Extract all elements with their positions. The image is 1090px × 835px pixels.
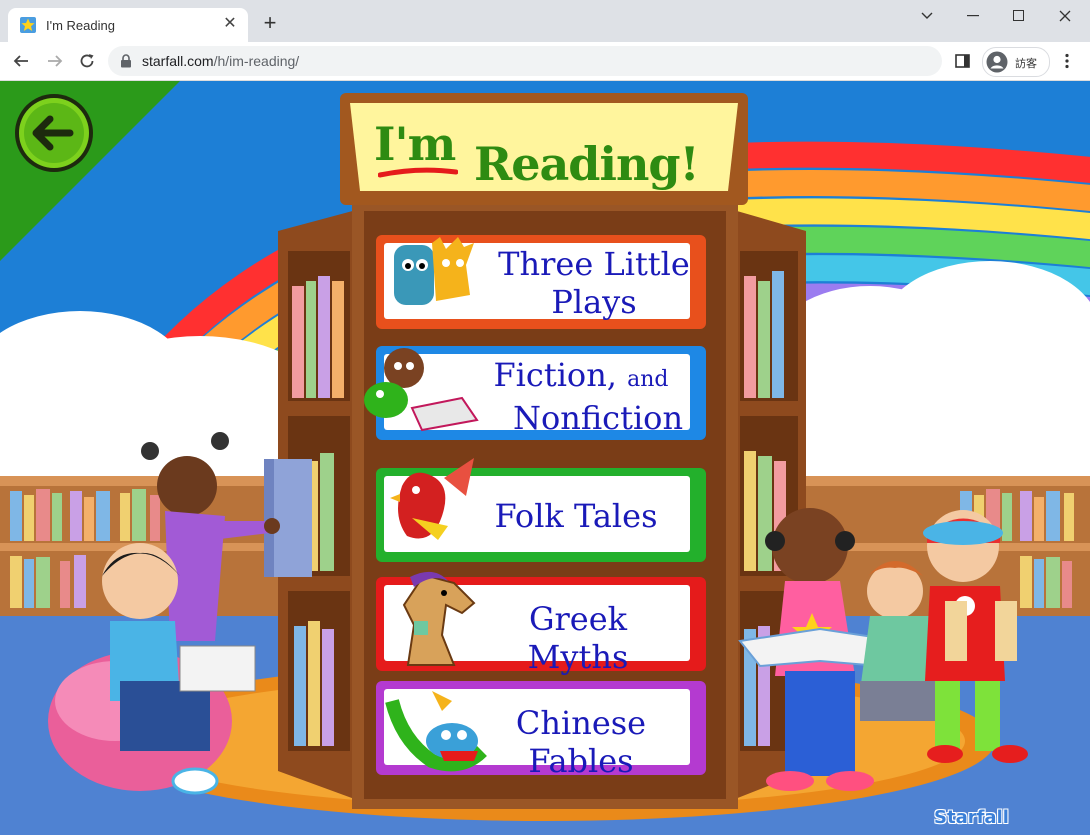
page-title: I'm Reading! bbox=[352, 111, 736, 191]
book-title: Folk Tales bbox=[494, 497, 658, 535]
book-title-line2: Nonfiction bbox=[512, 399, 684, 437]
dog-and-cat-puppets-icon bbox=[394, 237, 474, 305]
lock-icon bbox=[121, 54, 131, 68]
book-button-greek-myths[interactable]: Greek Myths bbox=[376, 571, 706, 676]
back-arrow-icon[interactable] bbox=[8, 48, 34, 74]
url-path: /h/im-reading/ bbox=[213, 53, 300, 69]
side-panel-icon[interactable] bbox=[954, 52, 972, 70]
browser-toolbar: starfall.com/h/im-reading/ 訪客 bbox=[0, 42, 1090, 81]
book-title-line1: Three Little bbox=[498, 245, 690, 283]
close-window-button[interactable] bbox=[1042, 0, 1088, 32]
page-content: I'm Reading! Three Little Plays Fiction,… bbox=[0, 81, 1090, 835]
book-title: Fiction, and Nonfiction bbox=[466, 356, 696, 437]
title-reading: Reading! bbox=[474, 137, 700, 191]
browser-window: I'm Reading ✕ + starfall.com/h/im-readin… bbox=[0, 0, 1090, 835]
reload-icon[interactable] bbox=[74, 48, 100, 74]
book-title-and: and bbox=[627, 367, 669, 392]
book-title-line1: Fiction, bbox=[493, 356, 617, 394]
tab-title: I'm Reading bbox=[46, 18, 115, 33]
url-host: starfall.com bbox=[142, 53, 214, 69]
forward-arrow-icon[interactable] bbox=[42, 48, 68, 74]
minimize-button[interactable] bbox=[950, 0, 996, 32]
little-red-hen-icon bbox=[390, 458, 474, 540]
more-menu-icon[interactable] bbox=[1058, 52, 1076, 70]
url-text: starfall.com/h/im-reading/ bbox=[142, 53, 299, 69]
tab-close-icon[interactable]: ✕ bbox=[220, 14, 240, 34]
book-button-fiction-nonfiction[interactable]: Fiction, and Nonfiction bbox=[364, 346, 706, 440]
tab-im-reading[interactable]: I'm Reading ✕ bbox=[8, 8, 248, 42]
address-bar[interactable]: starfall.com/h/im-reading/ bbox=[108, 46, 942, 76]
book-button-folk-tales[interactable]: Folk Tales bbox=[376, 458, 706, 562]
avatar-icon bbox=[986, 51, 1008, 73]
trojan-horse-icon bbox=[402, 571, 476, 666]
book-title-line2: Plays bbox=[551, 283, 637, 321]
back-arrow-button-icon[interactable] bbox=[14, 93, 94, 173]
book-title: Greek Myths bbox=[527, 600, 629, 676]
book-button-chinese-fables[interactable]: Chinese Fables bbox=[376, 681, 706, 780]
starfall-favicon-icon bbox=[20, 17, 36, 33]
chevron-down-icon[interactable] bbox=[904, 0, 950, 32]
starfall-logo[interactable]: Starfall bbox=[934, 807, 1009, 828]
profile-label: 訪客 bbox=[1015, 58, 1037, 70]
title-im: I'm bbox=[374, 117, 456, 171]
profile-button[interactable]: 訪客 bbox=[982, 47, 1050, 77]
book-button-three-little-plays[interactable]: Three Little Plays bbox=[376, 235, 706, 329]
maximize-button[interactable] bbox=[996, 0, 1042, 32]
new-tab-button[interactable]: + bbox=[258, 12, 282, 36]
title-underline bbox=[378, 167, 458, 178]
book-title: Three Little Plays bbox=[494, 245, 694, 321]
book-title: Chinese Fables bbox=[515, 704, 647, 780]
tab-strip: I'm Reading ✕ + bbox=[0, 0, 1090, 42]
